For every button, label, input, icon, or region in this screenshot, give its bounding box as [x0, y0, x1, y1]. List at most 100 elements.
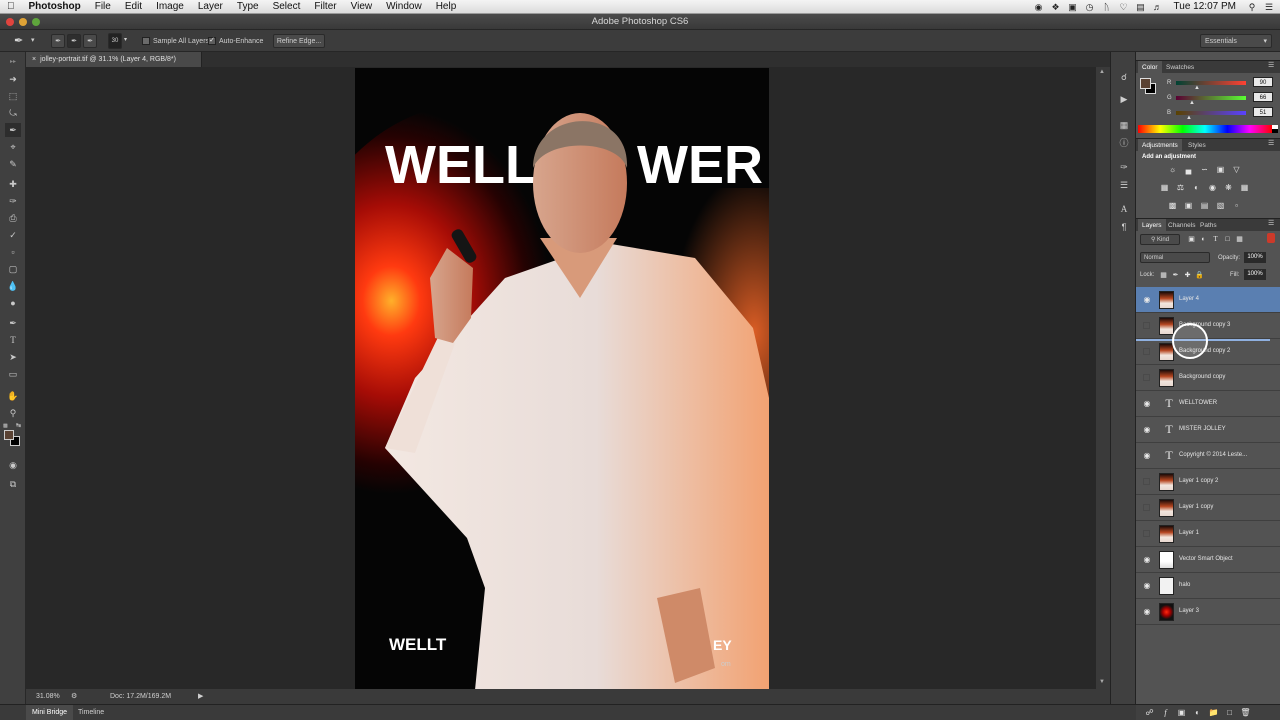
document-tab[interactable]: × jolley-portrait.tif @ 31.1% (Layer 4, R… — [26, 52, 202, 67]
layer-visibility-eye-icon[interactable]: ◉ — [1143, 400, 1151, 408]
menu-type[interactable]: Type — [230, 0, 266, 14]
curves-icon[interactable]: ∽ — [1199, 164, 1210, 175]
menu-view[interactable]: View — [344, 0, 380, 14]
blur-tool-icon[interactable]: 💧 — [5, 279, 21, 293]
red-slider-thumb-icon[interactable]: ▲ — [1194, 85, 1200, 91]
quick-selection-tool-icon[interactable]: ✒ — [5, 123, 21, 137]
new-selection-brush-icon[interactable]: ✒ — [51, 34, 65, 48]
bluetooth-icon[interactable]: ᚢ — [1102, 2, 1112, 12]
layer-visibility-eye-icon[interactable] — [1143, 504, 1150, 511]
hand-tool-icon[interactable]: ✋ — [5, 389, 21, 403]
layer-visibility-eye-icon[interactable]: ◉ — [1143, 296, 1151, 304]
brush-panel-icon[interactable]: ✑ — [1117, 160, 1131, 174]
vibrance-icon[interactable]: ▽ — [1231, 164, 1242, 175]
swap-colors-icon[interactable]: ↹ — [16, 422, 21, 429]
color-foreground-swatch[interactable] — [1140, 78, 1151, 89]
wifi-icon[interactable]: ♡ — [1119, 2, 1129, 12]
marquee-tool-icon[interactable]: ⬚ — [5, 89, 21, 103]
layer-visibility-eye-icon[interactable]: ◉ — [1143, 556, 1151, 564]
layer-style-fx-icon[interactable]: f — [1160, 707, 1171, 718]
layer-row[interactable]: Background copy 2 — [1136, 339, 1280, 365]
tool-preset-dropdown-icon[interactable]: ▾ — [31, 36, 35, 44]
tab-layers[interactable]: Layers — [1138, 219, 1166, 232]
dropbox-icon[interactable]: ❖ — [1051, 2, 1061, 12]
color-spectrum-ramp[interactable] — [1138, 125, 1272, 133]
adjustments-menu-icon[interactable]: ☰ — [1268, 139, 1274, 147]
layer-visibility-eye-icon[interactable]: ◉ — [1143, 452, 1151, 460]
red-value[interactable]: 90 — [1253, 77, 1273, 87]
history-brush-tool-icon[interactable]: ✓ — [5, 228, 21, 242]
color-lookup-icon[interactable]: ▦ — [1239, 182, 1250, 193]
time-machine-icon[interactable]: ◷ — [1085, 2, 1095, 12]
selective-color-icon[interactable]: ▧ — [1215, 200, 1226, 211]
properties-panel-icon[interactable]: ▦ — [1117, 118, 1131, 132]
layer-visibility-eye-icon[interactable]: ◉ — [1143, 582, 1151, 590]
dodge-tool-icon[interactable]: ● — [5, 296, 21, 310]
black-white-icon[interactable]: ◐ — [1191, 182, 1202, 193]
vertical-scrollbar[interactable]: ▲ ▼ — [1096, 67, 1110, 689]
healing-brush-tool-icon[interactable]: ✚ — [5, 177, 21, 191]
green-slider[interactable] — [1176, 96, 1246, 100]
layer-row[interactable]: Background copy — [1136, 365, 1280, 391]
layer-row[interactable]: Background copy 3 — [1136, 313, 1280, 339]
menu-layer[interactable]: Layer — [191, 0, 230, 14]
layer-visibility-eye-icon[interactable]: ◉ — [1143, 426, 1151, 434]
lasso-tool-icon[interactable]: ⤿ — [5, 106, 21, 120]
layer-row[interactable]: ◉ Layer 4 — [1136, 287, 1280, 313]
posterize-icon[interactable]: ▣ — [1183, 200, 1194, 211]
type-tool-icon[interactable]: T — [5, 333, 21, 347]
quick-mask-icon[interactable]: ◉ — [5, 458, 21, 472]
menu-image[interactable]: Image — [149, 0, 191, 14]
screen-icon[interactable]: ▣ — [1068, 2, 1078, 12]
eraser-tool-icon[interactable]: ▫ — [5, 245, 21, 259]
menu-window[interactable]: Window — [379, 0, 429, 14]
tab-channels[interactable]: Channels — [1164, 219, 1199, 232]
sample-all-layers-checkbox[interactable]: Sample All Layers — [142, 37, 209, 45]
zoom-tool-icon[interactable]: ⚲ — [5, 406, 21, 420]
delete-layer-icon[interactable]: 🗑 — [1240, 707, 1251, 718]
layer-visibility-eye-icon[interactable] — [1143, 348, 1150, 355]
document-canvas[interactable]: WELL WER WELLT EY om — [355, 68, 769, 690]
tools-collapse-icon[interactable]: ▸▸ — [5, 55, 21, 69]
menu-file[interactable]: File — [88, 0, 118, 14]
link-layers-icon[interactable]: ☍ — [1144, 707, 1155, 718]
green-value[interactable]: 66 — [1253, 92, 1273, 102]
minimize-window-button[interactable] — [19, 18, 27, 26]
volume-icon[interactable]: ♬ — [1153, 2, 1163, 12]
notification-list-icon[interactable]: ☰ — [1264, 2, 1274, 12]
exposure-icon[interactable]: ▣ — [1215, 164, 1226, 175]
gradient-map-icon[interactable]: ▫ — [1231, 200, 1242, 211]
pen-tool-icon[interactable]: ✒ — [5, 316, 21, 330]
new-adjustment-layer-icon[interactable]: ◐ — [1192, 707, 1203, 718]
sample-all-layers-box[interactable] — [142, 37, 150, 45]
brightness-contrast-icon[interactable]: ☼ — [1167, 164, 1178, 175]
gradient-tool-icon[interactable]: ▢ — [5, 262, 21, 276]
layer-row[interactable]: ◉ Layer 3 — [1136, 599, 1280, 625]
filter-smart-object-icon[interactable]: ▦ — [1234, 234, 1245, 245]
move-tool-icon[interactable]: ➜ — [5, 72, 21, 86]
layer-row[interactable]: ◉ T Copyright © 2014 Leste... — [1136, 443, 1280, 469]
layer-row[interactable]: ◉ T WELLTOWER — [1136, 391, 1280, 417]
lock-position-icon[interactable]: ✚ — [1182, 270, 1193, 281]
workspace-switcher[interactable]: Essentials ▾ — [1200, 34, 1272, 48]
brush-size-picker[interactable]: 30 — [108, 33, 122, 49]
tab-timeline[interactable]: Timeline — [74, 705, 108, 720]
brush-tool-icon[interactable]: ✑ — [5, 194, 21, 208]
hue-saturation-icon[interactable]: ▦ — [1159, 182, 1170, 193]
character-panel-icon[interactable]: A — [1117, 202, 1131, 216]
menu-help[interactable]: Help — [429, 0, 464, 14]
status-menu-arrow-icon[interactable]: ▶ — [198, 692, 203, 700]
green-slider-thumb-icon[interactable]: ▲ — [1189, 100, 1195, 106]
apple-icon[interactable]:  — [0, 0, 22, 14]
screen-mode-icon[interactable]: ⧉ — [5, 477, 21, 491]
clone-stamp-tool-icon[interactable]: ⎙ — [5, 211, 21, 225]
quick-selection-tool-icon[interactable]: ✒ — [14, 34, 23, 47]
blue-slider-thumb-icon[interactable]: ▲ — [1186, 115, 1192, 121]
auto-enhance-checkmark-icon[interactable]: ✓ — [208, 37, 216, 45]
spotlight-search-icon[interactable]: ⚲ — [1247, 2, 1257, 12]
foreground-color-swatch[interactable] — [4, 430, 14, 440]
layer-visibility-eye-icon[interactable]: ◉ — [1143, 608, 1151, 616]
lock-all-icon[interactable]: 🔒 — [1194, 270, 1205, 281]
blue-value[interactable]: 51 — [1253, 107, 1273, 117]
color-panel-menu-icon[interactable]: ☰ — [1268, 61, 1274, 69]
